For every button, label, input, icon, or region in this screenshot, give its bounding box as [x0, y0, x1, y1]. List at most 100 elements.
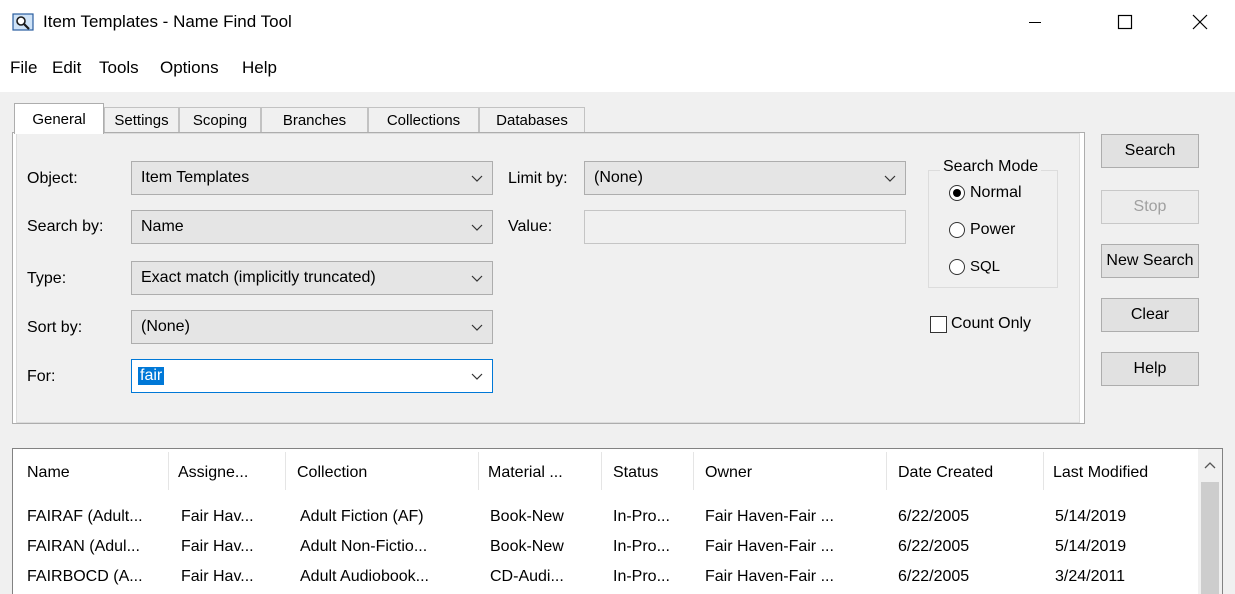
column-header-last-modified[interactable]: Last Modified — [1053, 464, 1148, 482]
column-header-material[interactable]: Material ... — [488, 464, 563, 482]
radio-normal-label: Normal — [970, 184, 1022, 201]
object-value: Item Templates — [141, 169, 250, 186]
menu-edit[interactable]: Edit — [52, 58, 81, 78]
menu-tools[interactable]: Tools — [99, 58, 139, 78]
help-button[interactable]: Help — [1101, 352, 1199, 386]
cell-date-created: 6/22/2005 — [898, 538, 970, 555]
column-header-date-created[interactable]: Date Created — [898, 464, 993, 482]
value-input[interactable] — [584, 210, 906, 244]
column-header-owner[interactable]: Owner — [705, 464, 752, 482]
radio-unselected-icon — [949, 222, 965, 238]
new-search-button[interactable]: New Search — [1101, 244, 1199, 278]
tab-branches[interactable]: Branches — [261, 107, 368, 132]
column-divider[interactable] — [285, 452, 286, 490]
cell-name: FAIRAN (Adul... — [27, 538, 140, 555]
column-header-collection[interactable]: Collection — [297, 464, 367, 482]
radio-power[interactable]: Power — [949, 221, 1015, 239]
radio-unselected-icon — [949, 258, 965, 275]
cell-assigned: Fair Hav... — [181, 508, 254, 525]
cell-assigned: Fair Hav... — [181, 568, 254, 585]
stop-button[interactable]: Stop — [1101, 190, 1199, 224]
type-label: Type: — [27, 270, 67, 287]
search-by-value: Name — [141, 218, 184, 235]
minimize-button[interactable] — [1000, 0, 1070, 44]
for-combobox[interactable]: fair — [131, 359, 493, 393]
menu-help[interactable]: Help — [242, 58, 277, 78]
tab-databases[interactable]: Databases — [479, 107, 585, 132]
count-only-label: Count Only — [951, 315, 1032, 332]
column-divider[interactable] — [168, 452, 169, 490]
cell-collection: Adult Audiobook... — [300, 568, 429, 585]
limit-by-label: Limit by: — [508, 170, 568, 187]
limit-by-dropdown[interactable]: (None) — [584, 161, 906, 195]
column-header-status[interactable]: Status — [613, 464, 658, 482]
tab-general[interactable]: General — [14, 103, 104, 134]
column-divider[interactable] — [601, 452, 602, 490]
tab-collections[interactable]: Collections — [368, 107, 479, 132]
sort-by-label: Sort by: — [27, 319, 83, 336]
minimize-icon — [1029, 22, 1041, 23]
cell-collection: Adult Non-Fictio... — [300, 538, 428, 555]
for-input-value[interactable]: fair — [138, 367, 165, 385]
object-label: Object: — [27, 170, 78, 187]
column-header-name[interactable]: Name — [27, 464, 70, 482]
chevron-down-icon — [471, 224, 483, 231]
cell-date-created: 6/22/2005 — [898, 508, 970, 525]
radio-power-label: Power — [970, 221, 1016, 238]
close-icon — [1192, 14, 1208, 30]
close-button[interactable] — [1165, 0, 1235, 44]
cell-assigned: Fair Hav... — [181, 538, 254, 555]
column-divider[interactable] — [1043, 452, 1044, 490]
cell-last-modified: 5/14/2019 — [1055, 538, 1127, 555]
maximize-button[interactable] — [1090, 0, 1160, 44]
checkbox-icon — [930, 315, 947, 333]
radio-sql[interactable]: SQL — [949, 258, 1000, 275]
cell-status: In-Pro... — [613, 508, 670, 525]
cell-last-modified: 3/24/2011 — [1055, 568, 1125, 585]
cell-collection: Adult Fiction (AF) — [300, 508, 424, 525]
object-dropdown[interactable]: Item Templates — [131, 161, 493, 195]
sort-by-dropdown[interactable]: (None) — [131, 310, 493, 344]
cell-name: FAIRBOCD (A... — [27, 568, 143, 585]
type-dropdown[interactable]: Exact match (implicitly truncated) — [131, 261, 493, 295]
cell-status: In-Pro... — [613, 568, 670, 585]
search-by-label: Search by: — [27, 218, 104, 235]
window-title: Item Templates - Name Find Tool — [43, 12, 292, 31]
cell-date-created: 6/22/2005 — [898, 568, 970, 585]
search-mode-title: Search Mode — [940, 158, 1042, 176]
search-by-dropdown[interactable]: Name — [131, 210, 493, 244]
tab-settings[interactable]: Settings — [104, 107, 179, 132]
cell-material: CD-Audi... — [490, 568, 564, 585]
column-divider[interactable] — [693, 452, 694, 490]
maximize-icon — [1117, 14, 1133, 30]
scroll-up-button[interactable] — [1198, 454, 1222, 478]
radio-normal[interactable]: Normal — [949, 184, 1022, 202]
column-divider[interactable] — [478, 452, 479, 490]
chevron-down-icon — [471, 373, 483, 380]
chevron-down-icon — [884, 175, 896, 182]
limit-by-value: (None) — [594, 169, 643, 186]
cell-owner: Fair Haven-Fair ... — [705, 538, 834, 555]
type-value: Exact match (implicitly truncated) — [141, 269, 376, 286]
search-button[interactable]: Search — [1101, 134, 1199, 168]
cell-name: FAIRAF (Adult... — [27, 508, 143, 525]
for-label: For: — [27, 368, 56, 385]
cell-material: Book-New — [490, 538, 564, 555]
cell-material: Book-New — [490, 508, 564, 525]
clear-button[interactable]: Clear — [1101, 298, 1199, 332]
tab-scoping[interactable]: Scoping — [179, 107, 261, 132]
search-find-icon — [12, 13, 34, 31]
chevron-up-icon — [1204, 462, 1216, 469]
column-divider[interactable] — [886, 452, 887, 490]
menu-file[interactable]: File — [10, 58, 37, 78]
column-header-assigned[interactable]: Assigne... — [178, 464, 248, 482]
chevron-down-icon — [471, 175, 483, 182]
count-only-checkbox[interactable]: Count Only — [930, 315, 1031, 333]
menu-options[interactable]: Options — [160, 58, 219, 78]
cell-owner: Fair Haven-Fair ... — [705, 568, 834, 585]
cell-owner: Fair Haven-Fair ... — [705, 508, 834, 525]
radio-selected-icon — [949, 185, 965, 201]
chevron-down-icon — [471, 275, 483, 282]
cell-last-modified: 5/14/2019 — [1055, 508, 1127, 525]
scrollbar-thumb[interactable] — [1201, 482, 1219, 594]
